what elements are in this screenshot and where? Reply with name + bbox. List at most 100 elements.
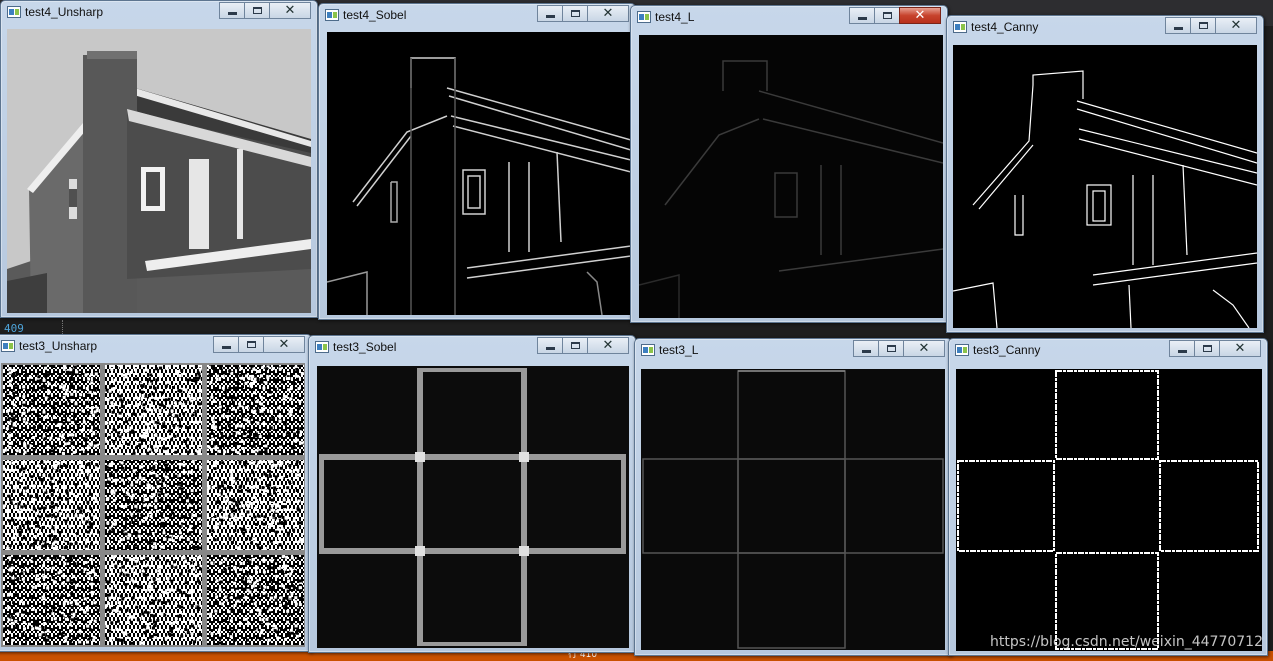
maximize-button[interactable] bbox=[244, 2, 270, 19]
noise-speckle bbox=[159, 594, 162, 598]
noise-speckle bbox=[106, 480, 110, 484]
noise-speckle bbox=[32, 436, 36, 439]
title-bar[interactable]: test4_L ✕ bbox=[631, 6, 947, 30]
noise-speckle bbox=[228, 632, 232, 636]
noise-speckle bbox=[72, 636, 76, 640]
noise-speckle bbox=[55, 469, 59, 473]
maximize-button[interactable] bbox=[1190, 17, 1216, 34]
noise-speckle bbox=[51, 576, 55, 579]
noise-speckle bbox=[120, 579, 123, 582]
noise-speckle bbox=[134, 584, 138, 588]
noise-speckle bbox=[218, 569, 221, 573]
noise-speckle bbox=[224, 495, 228, 499]
noise-speckle bbox=[214, 600, 218, 604]
maximize-button[interactable] bbox=[878, 340, 904, 357]
noise-speckle bbox=[167, 380, 171, 384]
noise-speckle bbox=[143, 494, 147, 497]
noise-speckle bbox=[106, 608, 110, 612]
noise-speckle bbox=[269, 576, 272, 580]
noise-speckle bbox=[288, 595, 292, 599]
title-bar[interactable]: test3_Canny ✕ bbox=[949, 339, 1267, 363]
noise-speckle bbox=[195, 501, 199, 505]
noise-speckle bbox=[250, 599, 254, 603]
noise-speckle bbox=[44, 396, 48, 400]
minimize-button[interactable] bbox=[213, 336, 239, 353]
close-button[interactable]: ✕ bbox=[587, 337, 629, 354]
close-button[interactable]: ✕ bbox=[899, 7, 941, 24]
noise-speckle bbox=[162, 422, 166, 426]
noise-speckle bbox=[90, 381, 94, 385]
maximize-button[interactable] bbox=[562, 5, 588, 22]
title-bar[interactable]: test3_Sobel ✕ bbox=[309, 336, 635, 360]
noise-speckle bbox=[54, 525, 58, 529]
noise-speckle bbox=[21, 632, 25, 636]
noise-speckle bbox=[192, 526, 196, 530]
noise-speckle bbox=[269, 426, 273, 430]
noise-speckle bbox=[58, 530, 62, 534]
noise-speckle bbox=[108, 629, 112, 633]
noise-speckle bbox=[76, 510, 80, 513]
close-button[interactable]: ✕ bbox=[263, 336, 305, 353]
noise-speckle bbox=[214, 609, 218, 613]
title-bar[interactable]: test4_Canny ✕ bbox=[947, 16, 1263, 40]
noise-speckle bbox=[36, 464, 40, 468]
noise-speckle bbox=[114, 564, 118, 568]
window-test4-canny[interactable]: test4_Canny ✕ bbox=[946, 15, 1264, 333]
close-icon: ✕ bbox=[1230, 18, 1242, 33]
noise-speckle bbox=[18, 510, 22, 514]
maximize-button[interactable] bbox=[238, 336, 264, 353]
noise-speckle bbox=[45, 414, 49, 418]
minimize-button[interactable] bbox=[537, 337, 563, 354]
noise-speckle bbox=[138, 476, 142, 480]
noise-speckle bbox=[236, 445, 240, 449]
image-display bbox=[953, 45, 1257, 328]
noise-speckle bbox=[245, 503, 249, 507]
noise-speckle bbox=[134, 559, 138, 563]
title-bar[interactable]: test3_Unsharp ✕ bbox=[0, 335, 311, 359]
title-bar[interactable]: test3_L ✕ bbox=[635, 339, 951, 363]
window-test4-l[interactable]: test4_L ✕ bbox=[630, 5, 948, 323]
window-test4-sobel[interactable]: test4_Sobel ✕ bbox=[318, 3, 636, 320]
noise-speckle bbox=[158, 462, 161, 466]
window-test3-sobel[interactable]: test3_Sobel ✕ bbox=[308, 335, 636, 653]
maximize-button[interactable] bbox=[1194, 340, 1220, 357]
noise-speckle bbox=[21, 577, 25, 581]
minimize-button[interactable] bbox=[1165, 17, 1191, 34]
noise-speckle bbox=[239, 373, 243, 377]
close-button[interactable]: ✕ bbox=[587, 5, 629, 22]
sobel-edges-image bbox=[327, 32, 631, 315]
noise-speckle bbox=[145, 378, 149, 382]
window-test3-canny[interactable]: test3_Canny ✕ bbox=[948, 338, 1268, 656]
noise-speckle bbox=[145, 629, 149, 633]
close-icon: ✕ bbox=[602, 6, 614, 21]
close-button[interactable]: ✕ bbox=[903, 340, 945, 357]
maximize-button[interactable] bbox=[562, 337, 588, 354]
noise-speckle bbox=[29, 494, 33, 498]
noise-speckle bbox=[105, 421, 109, 425]
noise-speckle bbox=[271, 532, 275, 536]
minimize-button[interactable] bbox=[537, 5, 563, 22]
close-button[interactable]: ✕ bbox=[269, 2, 311, 19]
window-test4-unsharp[interactable]: test4_Unsharp ✕ bbox=[0, 0, 318, 318]
noise-speckle bbox=[247, 430, 251, 434]
window-test3-l[interactable]: test3_L ✕ bbox=[634, 338, 952, 656]
close-button[interactable]: ✕ bbox=[1219, 340, 1261, 357]
window-test3-unsharp[interactable]: test3_Unsharp ✕ bbox=[0, 334, 312, 652]
noise-speckle bbox=[115, 491, 119, 495]
noise-speckle bbox=[255, 485, 259, 489]
title-bar[interactable]: test4_Unsharp ✕ bbox=[1, 1, 317, 25]
noise-speckle bbox=[123, 525, 127, 529]
noise-speckle bbox=[54, 540, 58, 544]
maximize-button[interactable] bbox=[874, 7, 900, 24]
minimize-button[interactable] bbox=[1169, 340, 1195, 357]
noise-speckle bbox=[57, 480, 61, 484]
noise-speckle bbox=[110, 367, 114, 371]
minimize-button[interactable] bbox=[849, 7, 875, 24]
minimize-button[interactable] bbox=[853, 340, 879, 357]
minimize-button[interactable] bbox=[219, 2, 245, 19]
close-button[interactable]: ✕ bbox=[1215, 17, 1257, 34]
noise-speckle bbox=[12, 601, 16, 605]
noise-speckle bbox=[227, 594, 231, 597]
title-bar[interactable]: test4_Sobel ✕ bbox=[319, 4, 635, 28]
noise-speckle bbox=[299, 589, 303, 593]
